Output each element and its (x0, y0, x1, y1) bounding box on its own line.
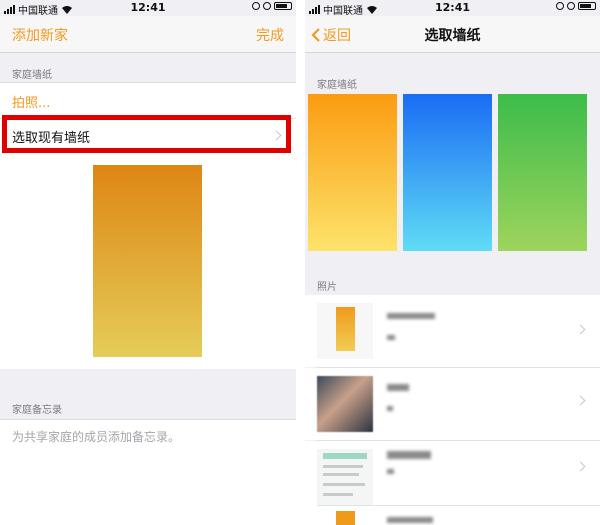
take-photo-cell[interactable]: 拍照... (0, 82, 296, 119)
alarm-icon (567, 2, 575, 10)
home-notes-cell[interactable]: 为共享家庭的成员添加备忘录。 (0, 419, 296, 525)
divider (296, 0, 305, 525)
album-title-redacted (387, 451, 431, 459)
wallpaper-orange[interactable] (308, 94, 397, 251)
battery-icon (274, 2, 292, 10)
home-wallpaper-header: 家庭墙纸 (12, 70, 52, 81)
page-title: 选取墙纸 (424, 28, 481, 44)
battery-icon (578, 2, 596, 10)
row-separator (317, 505, 600, 506)
wallpaper-blue[interactable] (403, 94, 492, 251)
highlight-box (2, 115, 291, 153)
album-count-redacted (387, 469, 394, 474)
wallpaper-green[interactable] (498, 94, 587, 251)
notes-placeholder: 为共享家庭的成员添加备忘录。 (12, 430, 181, 444)
album-title-redacted (387, 313, 435, 319)
add-home-screen: 中国联通 12:41 添加新家 完成 家庭墙纸 拍照... 选取现有墙纸 家庭备… (0, 0, 296, 525)
take-photo-label: 拍照... (12, 96, 51, 111)
done-button[interactable]: 完成 (256, 25, 284, 45)
album-title-redacted (387, 517, 433, 523)
chevron-right-icon (575, 461, 586, 472)
alarm-icon (263, 2, 271, 10)
album-thumbnail (336, 511, 355, 525)
wallpaper-preview (93, 165, 202, 357)
choose-wallpaper-screen: 中国联通 12:41 返回 选取墙纸 家庭墙纸 照片 (305, 0, 600, 525)
photo-album-row[interactable] (305, 295, 600, 367)
album-count-redacted (387, 406, 393, 411)
home-notes-header: 家庭备忘录 (12, 405, 62, 416)
photo-album-row[interactable] (305, 368, 600, 440)
orientation-lock-icon (556, 2, 564, 10)
status-bar: 中国联通 12:41 (305, 0, 600, 17)
orientation-lock-icon (252, 2, 260, 10)
photos-header: 照片 (317, 282, 337, 293)
album-title-redacted (387, 384, 409, 391)
album-thumbnail (317, 303, 373, 359)
chevron-right-icon (575, 395, 586, 406)
album-thumbnail (317, 376, 373, 432)
wallpaper-preview-area (0, 153, 296, 369)
photo-album-row[interactable] (305, 441, 600, 525)
navigation-bar: 返回 选取墙纸 (305, 16, 600, 53)
chevron-right-icon (575, 324, 586, 335)
add-new-home-button[interactable]: 添加新家 (12, 25, 68, 45)
album-thumbnail (317, 449, 373, 505)
navigation-bar: 添加新家 完成 (0, 16, 296, 53)
home-wallpaper-header: 家庭墙纸 (317, 80, 357, 91)
album-count-redacted (387, 335, 395, 340)
status-bar: 中国联通 12:41 (0, 0, 296, 17)
